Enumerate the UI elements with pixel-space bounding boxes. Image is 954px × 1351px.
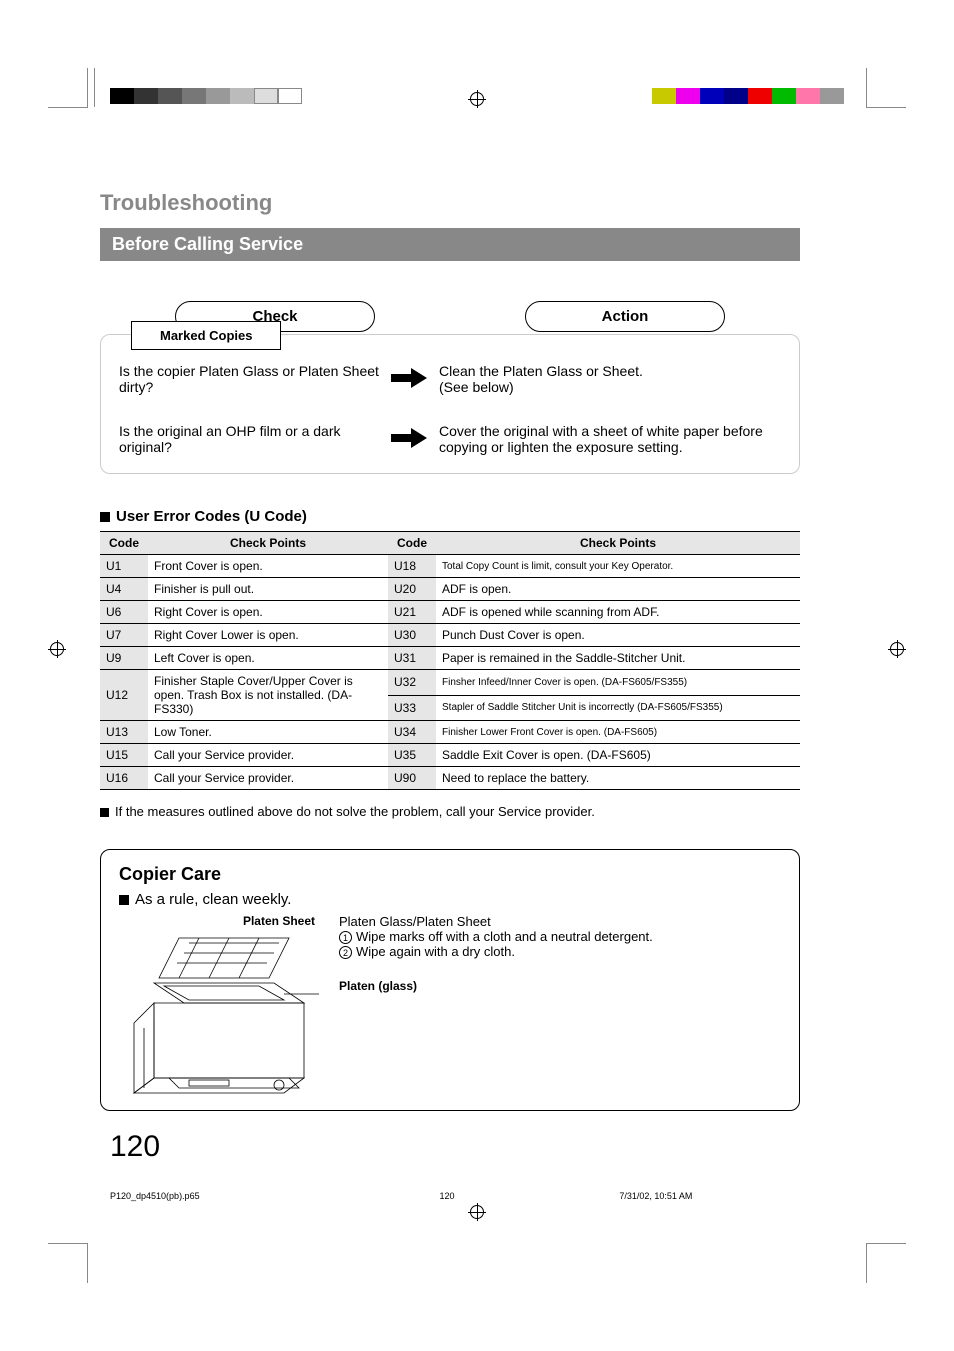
- crop-mark-br: [866, 1243, 906, 1283]
- section-title: Troubleshooting: [100, 190, 800, 216]
- step-2: 2Wipe again with a dry cloth.: [339, 944, 781, 959]
- table-row: U16Call your Service provider.U90Need to…: [100, 767, 800, 790]
- registration-mark-right: [888, 640, 906, 658]
- th-checkpoints: Check Points: [436, 532, 800, 555]
- arrow-icon: [379, 368, 439, 391]
- copier-care-rule: As a rule, clean weekly.: [119, 891, 781, 908]
- platen-glass-label: Platen (glass): [339, 979, 781, 993]
- action-pill: Action: [525, 301, 725, 332]
- table-row: U4Finisher is pull out.U20ADF is open.: [100, 578, 800, 601]
- qa-row: Is the copier Platen Glass or Platen She…: [119, 363, 781, 395]
- copier-svg-icon: [119, 928, 319, 1098]
- table-row: U9Left Cover is open.U31Paper is remaine…: [100, 647, 800, 670]
- footer: P120_dp4510(pb).p65 120 7/31/02, 10:51 A…: [110, 1191, 844, 1201]
- registration-mark-left: [48, 640, 66, 658]
- copier-care-body: Platen Sheet: [119, 914, 781, 1100]
- copier-care-box: Copier Care As a rule, clean weekly. Pla…: [100, 849, 800, 1111]
- step-number-icon: 1: [339, 931, 352, 944]
- marked-copies-box: Marked Copies Is the copier Platen Glass…: [100, 334, 800, 474]
- step-1: 1Wipe marks off with a cloth and a neutr…: [339, 929, 781, 944]
- marked-copies-label: Marked Copies: [131, 321, 281, 350]
- th-checkpoints: Check Points: [148, 532, 388, 555]
- bullet-icon: [100, 808, 109, 817]
- page-number: 120: [110, 1130, 160, 1164]
- registration-mark-top: [468, 90, 486, 108]
- copier-illustration: Platen Sheet: [119, 914, 319, 1100]
- arrow-icon: [379, 428, 439, 451]
- colorbar-color: [652, 88, 844, 104]
- table-row: U6Right Cover is open.U21ADF is opened w…: [100, 601, 800, 624]
- table-row: U7Right Cover Lower is open.U30Punch Dus…: [100, 624, 800, 647]
- question-text: Is the original an OHP film or a dark or…: [119, 423, 379, 455]
- th-code: Code: [388, 532, 436, 555]
- th-code: Code: [100, 532, 148, 555]
- error-codes-heading: User Error Codes (U Code): [100, 508, 800, 525]
- colorbar-grayscale: [110, 88, 302, 104]
- crop-mark-tl: [48, 68, 88, 108]
- step-number-icon: 2: [339, 946, 352, 959]
- table-row: U1Front Cover is open.U18Total Copy Coun…: [100, 555, 800, 578]
- table-row: U13Low Toner.U34Finisher Lower Front Cov…: [100, 721, 800, 744]
- registration-mark-bottom: [468, 1203, 486, 1221]
- table-row: U15Call your Service provider.U35Saddle …: [100, 744, 800, 767]
- error-codes-table: Code Check Points Code Check Points U1Fr…: [100, 531, 800, 790]
- qa-row: Is the original an OHP film or a dark or…: [119, 423, 781, 455]
- page-content: Troubleshooting Before Calling Service C…: [100, 190, 800, 1111]
- footer-page: 120: [335, 1191, 560, 1201]
- platen-glass-sheet-label: Platen Glass/Platen Sheet: [339, 914, 781, 929]
- copier-care-instructions: Platen Glass/Platen Sheet 1Wipe marks of…: [319, 914, 781, 1100]
- crop-mark-bl: [48, 1243, 88, 1283]
- copier-care-heading: Copier Care: [119, 864, 781, 885]
- service-note: If the measures outlined above do not so…: [100, 804, 800, 819]
- action-text: Cover the original with a sheet of white…: [439, 423, 781, 455]
- section-bar: Before Calling Service: [100, 228, 800, 261]
- crop-mark-tr: [866, 68, 906, 108]
- footer-file: P120_dp4510(pb).p65: [110, 1191, 335, 1201]
- table-header-row: Code Check Points Code Check Points: [100, 532, 800, 555]
- action-text: Clean the Platen Glass or Sheet. (See be…: [439, 363, 781, 395]
- platen-sheet-label: Platen Sheet: [119, 914, 319, 928]
- question-text: Is the copier Platen Glass or Platen She…: [119, 363, 379, 395]
- bullet-icon: [119, 895, 129, 905]
- table-row: U12Finisher Staple Cover/Upper Cover is …: [100, 670, 800, 696]
- footer-date: 7/31/02, 10:51 AM: [559, 1191, 844, 1201]
